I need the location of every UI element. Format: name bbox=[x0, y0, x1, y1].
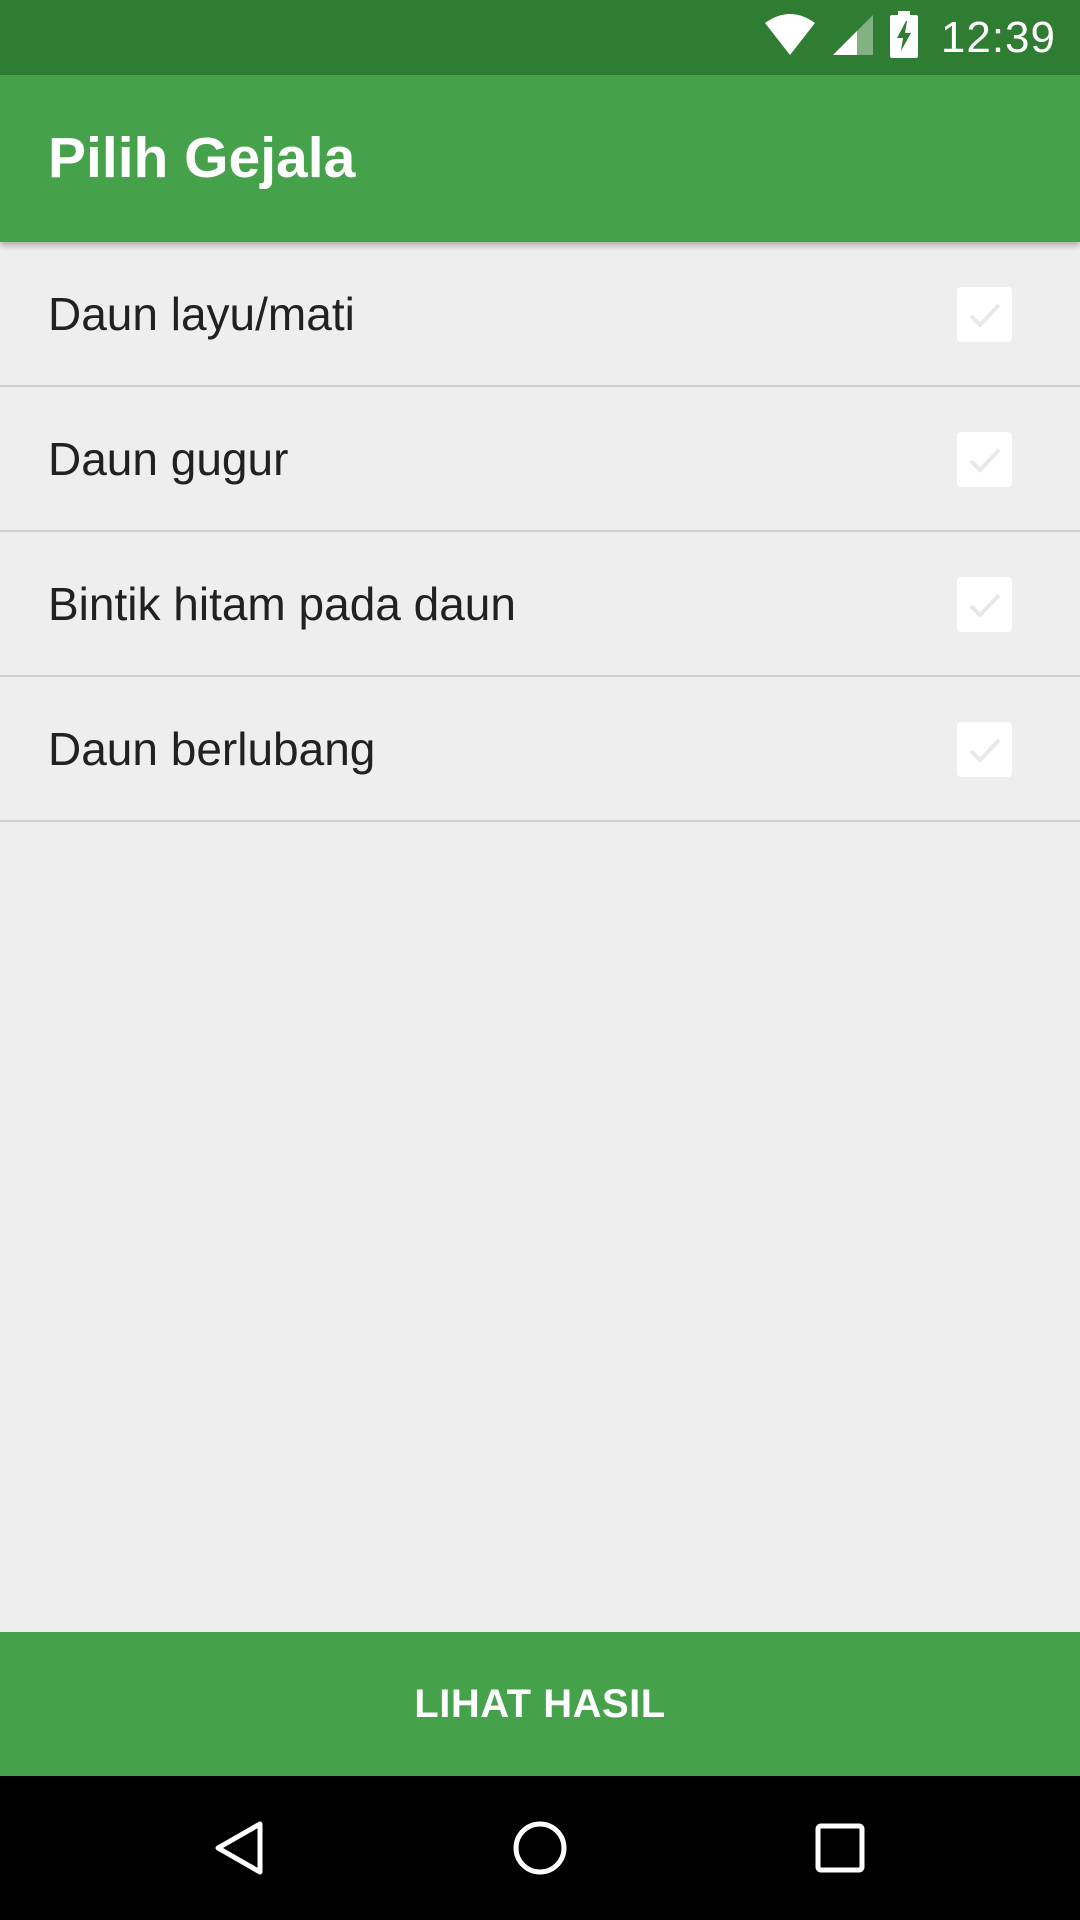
page-title: Pilih Gejala bbox=[48, 126, 356, 190]
recents-icon bbox=[815, 1823, 865, 1873]
status-bar: 12:39 bbox=[0, 0, 1080, 75]
symptom-label: Daun layu/mati bbox=[48, 288, 355, 340]
check-icon bbox=[969, 593, 1000, 618]
battery-charging-icon bbox=[889, 11, 919, 64]
status-time: 12:39 bbox=[940, 12, 1056, 62]
symptom-label: Daun berlubang bbox=[48, 723, 376, 775]
symptom-checkbox[interactable] bbox=[957, 722, 1012, 777]
navigation-bar bbox=[0, 1776, 1080, 1920]
wifi-icon bbox=[763, 13, 817, 62]
cellular-signal-icon bbox=[831, 13, 875, 62]
app-bar: Pilih Gejala bbox=[0, 75, 1080, 242]
nav-recents-button[interactable] bbox=[768, 1776, 912, 1920]
symptom-label: Daun gugur bbox=[48, 433, 289, 485]
nav-home-button[interactable] bbox=[468, 1776, 612, 1920]
symptom-item[interactable]: Bintik hitam pada daun bbox=[0, 532, 1080, 677]
back-icon bbox=[215, 1821, 263, 1875]
symptom-label: Bintik hitam pada daun bbox=[48, 578, 516, 630]
symptom-item[interactable]: Daun gugur bbox=[0, 387, 1080, 532]
view-results-button[interactable]: LIHAT HASIL bbox=[0, 1632, 1080, 1776]
symptom-checkbox[interactable] bbox=[957, 577, 1012, 632]
check-icon bbox=[969, 448, 1000, 473]
symptom-checkbox[interactable] bbox=[957, 287, 1012, 342]
symptom-checkbox[interactable] bbox=[957, 432, 1012, 487]
check-icon bbox=[969, 303, 1000, 328]
symptom-item[interactable]: Daun layu/mati bbox=[0, 242, 1080, 387]
home-icon bbox=[513, 1821, 567, 1875]
symptom-list: Daun layu/mati Daun gugur Bintik hitam p… bbox=[0, 242, 1080, 822]
check-icon bbox=[969, 738, 1000, 763]
symptom-item[interactable]: Daun berlubang bbox=[0, 677, 1080, 822]
nav-back-button[interactable] bbox=[168, 1776, 312, 1920]
status-icons: 12:39 bbox=[763, 0, 1056, 75]
